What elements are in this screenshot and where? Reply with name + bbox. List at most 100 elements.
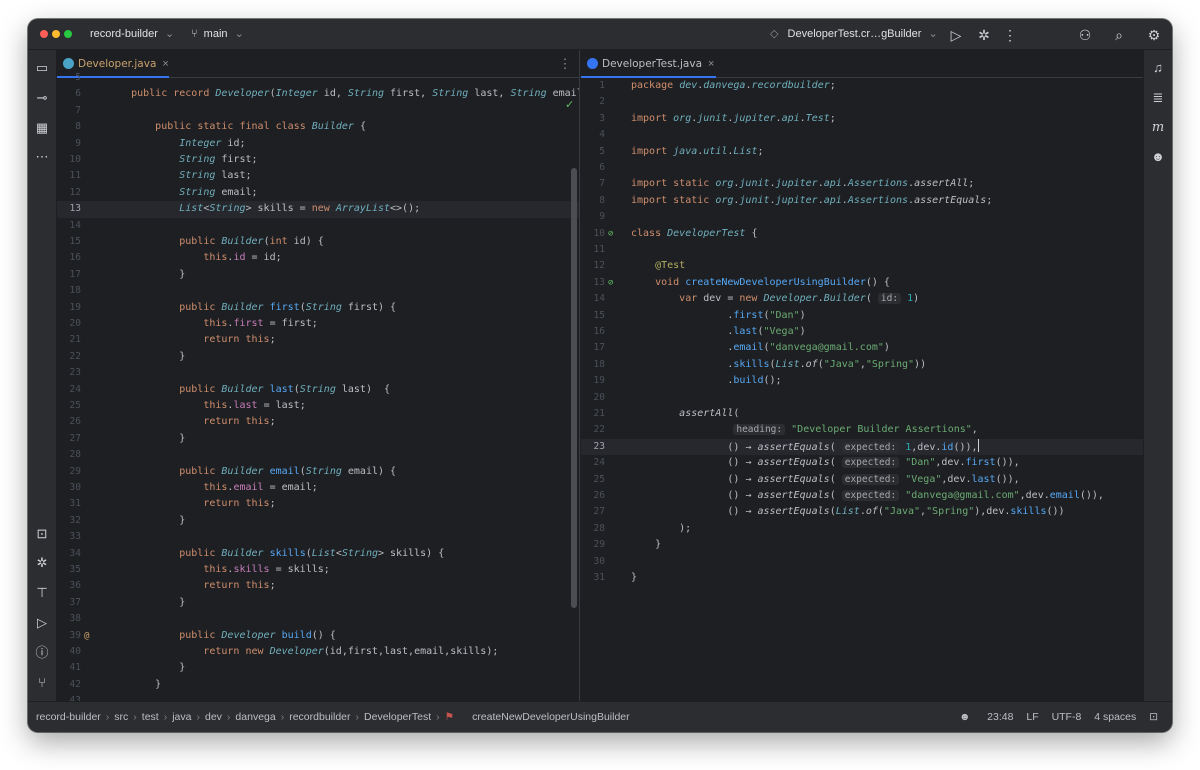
run-tool-icon[interactable]: ▷ bbox=[32, 613, 52, 633]
ai-assistant-icon[interactable]: ☻ bbox=[959, 711, 970, 723]
code-line[interactable]: 33 bbox=[57, 529, 579, 545]
code-line[interactable]: 24 () → assertEquals( expected: "Dan",de… bbox=[581, 455, 1143, 471]
code-line[interactable]: 13 List<String> skills = new ArrayList<>… bbox=[57, 201, 579, 218]
code-line[interactable]: 43 bbox=[57, 693, 579, 701]
breadcrumb-item[interactable]: recordbuilder bbox=[289, 711, 350, 723]
code-line[interactable]: 27 () → assertEquals(List.of("Java","Spr… bbox=[581, 504, 1143, 520]
git-icon[interactable]: ⑂ bbox=[32, 673, 52, 693]
minimize-window-button[interactable] bbox=[52, 30, 60, 38]
indent-setting[interactable]: 4 spaces bbox=[1094, 711, 1136, 723]
notifications-icon[interactable]: ♫ bbox=[1148, 58, 1168, 78]
code-line[interactable]: 9 bbox=[581, 209, 1143, 225]
code-line[interactable]: 38 bbox=[57, 611, 579, 627]
code-line[interactable]: 28 bbox=[57, 447, 579, 463]
breadcrumb-item[interactable]: record-builder bbox=[36, 711, 101, 723]
code-line[interactable]: 18 bbox=[57, 283, 579, 299]
code-line[interactable]: 10 ⊘ class DeveloperTest { bbox=[581, 226, 1143, 242]
line-separator[interactable]: LF bbox=[1026, 711, 1038, 723]
code-line[interactable]: 12 @Test bbox=[581, 258, 1143, 274]
problems-icon[interactable]: ⓘ bbox=[32, 643, 52, 663]
file-encoding[interactable]: UTF-8 bbox=[1052, 711, 1082, 723]
code-line[interactable]: 32 } bbox=[57, 513, 579, 529]
code-line[interactable]: 11 bbox=[581, 242, 1143, 258]
code-line[interactable]: 6 public record Developer(Integer id, St… bbox=[57, 86, 579, 102]
code-line[interactable]: 3 import org.junit.jupiter.api.Test; bbox=[581, 111, 1143, 127]
code-line[interactable]: 18 .skills(List.of("Java","Spring")) bbox=[581, 357, 1143, 373]
code-line[interactable]: 19 public Builder first(String first) { bbox=[57, 300, 579, 316]
breadcrumb-item[interactable]: dev bbox=[205, 711, 222, 723]
close-tab-icon[interactable]: × bbox=[708, 58, 714, 70]
code-line[interactable]: 17 .email("danvega@gmail.com") bbox=[581, 340, 1143, 356]
breadcrumb-item[interactable]: DeveloperTest bbox=[364, 711, 431, 723]
code-line[interactable]: 20 this.first = first; bbox=[57, 316, 579, 332]
code-line[interactable]: 12 String email; bbox=[57, 185, 579, 201]
code-line[interactable]: 14 var dev = new Developer.Builder( id: … bbox=[581, 291, 1143, 307]
code-line[interactable]: 40 return new Developer(id,first,last,em… bbox=[57, 644, 579, 660]
vertical-scrollbar[interactable] bbox=[571, 168, 577, 608]
caret-position[interactable]: 23:48 bbox=[987, 711, 1013, 723]
breadcrumb-item[interactable]: danvega bbox=[235, 711, 275, 723]
code-line[interactable]: 8 import static org.junit.jupiter.api.Ass… bbox=[581, 193, 1143, 209]
code-line[interactable]: 26 return this; bbox=[57, 414, 579, 430]
code-line[interactable]: 23 bbox=[57, 365, 579, 381]
run-test-gutter-icon[interactable]: ⊘ bbox=[608, 275, 613, 291]
ai-assistant-icon[interactable]: ☻ bbox=[1148, 147, 1168, 167]
code-line[interactable]: 16 this.id = id; bbox=[57, 250, 579, 266]
code-line[interactable]: 42 } bbox=[57, 677, 579, 693]
code-line[interactable]: 7 import static org.junit.jupiter.api.Ass… bbox=[581, 176, 1143, 192]
code-line[interactable]: 29 } bbox=[581, 537, 1143, 553]
code-line[interactable]: 26 () → assertEquals( expected: "danvega… bbox=[581, 488, 1143, 504]
more-icon[interactable]: ⋮ bbox=[1000, 25, 1020, 45]
code-editor[interactable]: 1 package dev.danvega.recordbuilder; 2 3 imp… bbox=[581, 78, 1143, 701]
code-line[interactable]: 15 .first("Dan") bbox=[581, 308, 1143, 324]
structure-icon[interactable]: ▦ bbox=[32, 118, 52, 138]
tab-developertest-java[interactable]: DeveloperTest.java × bbox=[581, 50, 714, 78]
code-line[interactable]: 8 public static final class Builder { bbox=[57, 119, 579, 135]
code-line[interactable]: 20 bbox=[581, 390, 1143, 406]
code-line[interactable]: 11 String last; bbox=[57, 168, 579, 184]
maven-icon[interactable]: m bbox=[1148, 118, 1168, 138]
code-line[interactable]: 41 } bbox=[57, 660, 579, 676]
run-config-selector[interactable]: ◇ DeveloperTest.cr…gBuilder ⌄ bbox=[770, 19, 938, 50]
project-selector[interactable]: record-builder ⌄ bbox=[90, 19, 174, 50]
settings-icon[interactable]: ⚙ bbox=[1144, 25, 1164, 45]
code-line[interactable]: 25 this.last = last; bbox=[57, 398, 579, 414]
add-user-icon[interactable]: ⚇ bbox=[1075, 25, 1095, 45]
code-line[interactable]: 30 bbox=[581, 554, 1143, 570]
search-icon[interactable]: ⌕ bbox=[1109, 25, 1129, 45]
commit-icon[interactable]: ⊸ bbox=[32, 88, 52, 108]
breadcrumb-item[interactable]: test bbox=[142, 711, 159, 723]
lock-icon[interactable]: ⊡ bbox=[1149, 711, 1158, 723]
code-line[interactable]: 14 bbox=[57, 218, 579, 234]
code-line[interactable]: 39 @ public Developer build() { bbox=[57, 628, 579, 644]
database-icon[interactable]: ≣ bbox=[1148, 88, 1168, 108]
code-line[interactable]: 22 } bbox=[57, 349, 579, 365]
build-icon[interactable]: ⊤ bbox=[32, 583, 52, 603]
code-line[interactable]: 31} bbox=[581, 570, 1143, 586]
code-line[interactable]: 17 } bbox=[57, 267, 579, 283]
code-line[interactable]: 7 bbox=[57, 103, 579, 119]
run-test-gutter-icon[interactable]: ⊘ bbox=[608, 226, 613, 242]
code-line[interactable]: 24 public Builder last(String last) { bbox=[57, 382, 579, 398]
code-line[interactable]: 21 return this; bbox=[57, 332, 579, 348]
code-line[interactable]: 29 public Builder email(String email) { bbox=[57, 464, 579, 480]
terminal-icon[interactable]: ⊡ bbox=[32, 524, 52, 544]
code-line[interactable]: 31 return this; bbox=[57, 496, 579, 512]
code-line[interactable]: 1 package dev.danvega.recordbuilder; bbox=[581, 78, 1143, 94]
code-line[interactable]: 35 this.skills = skills; bbox=[57, 562, 579, 578]
breadcrumb-item[interactable]: src bbox=[114, 711, 128, 723]
code-line[interactable]: 30 this.email = email; bbox=[57, 480, 579, 496]
breadcrumb-method[interactable]: createNewDeveloperUsingBuilder bbox=[472, 711, 630, 723]
code-line[interactable]: 2 bbox=[581, 94, 1143, 110]
folder-icon[interactable]: ▭ bbox=[32, 58, 52, 78]
code-line[interactable]: 5 bbox=[57, 70, 579, 86]
code-line[interactable]: 6 bbox=[581, 160, 1143, 176]
code-line[interactable]: 25 () → assertEquals( expected: "Vega",d… bbox=[581, 472, 1143, 488]
code-editor[interactable]: 5 6 public record Developer(Integer id, S… bbox=[57, 72, 579, 701]
close-tab-icon[interactable]: × bbox=[162, 58, 168, 70]
code-line[interactable]: 5 import java.util.List; bbox=[581, 144, 1143, 160]
branch-selector[interactable]: ⑂ main ⌄ bbox=[191, 19, 244, 50]
code-line[interactable]: 13 ⊘ void createNewDeveloperUsingBuilder(… bbox=[581, 275, 1143, 291]
code-line[interactable]: 16 .last("Vega") bbox=[581, 324, 1143, 340]
services-icon[interactable]: ✲ bbox=[32, 553, 52, 573]
